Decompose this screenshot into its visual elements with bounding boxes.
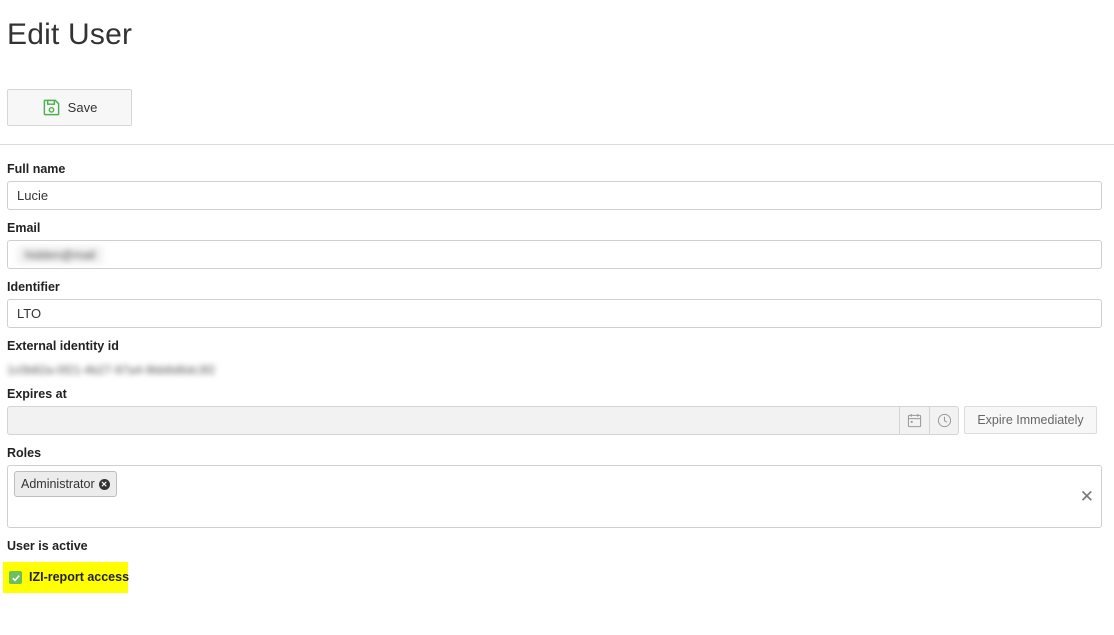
identifier-value: LTO	[17, 306, 42, 321]
full-name-label: Full name	[7, 162, 66, 176]
expires-at-input[interactable]	[7, 406, 959, 435]
clock-icon	[937, 413, 952, 428]
expire-immediately-button[interactable]: Expire Immediately	[964, 406, 1097, 434]
calendar-icon	[907, 413, 922, 428]
checkmark-icon	[11, 574, 20, 581]
external-identity-label: External identity id	[7, 339, 119, 353]
save-button-label: Save	[67, 100, 98, 115]
page-title: Edit User	[7, 18, 133, 51]
save-button[interactable]: Save	[7, 89, 132, 126]
role-chip-administrator: Administrator ✕	[14, 471, 117, 497]
izi-report-checkbox[interactable]	[9, 571, 22, 584]
email-label: Email	[7, 221, 41, 235]
full-name-value: Lucie	[17, 188, 49, 203]
izi-report-label[interactable]: IZI-report access	[29, 570, 129, 584]
expires-at-label: Expires at	[7, 387, 67, 401]
email-input[interactable]: hidden@mail	[7, 240, 1102, 269]
external-identity-value-wrap: 1c0b82a-0f21-4b27-97a4-9bb8d6dc3f2	[7, 361, 229, 379]
calendar-button[interactable]	[899, 407, 929, 434]
floppy-disk-icon	[43, 99, 60, 116]
header-divider	[0, 144, 1114, 145]
user-active-label: User is active	[7, 539, 88, 553]
role-chip-label: Administrator	[21, 477, 95, 491]
email-value: hidden@mail	[17, 245, 104, 264]
identifier-label: Identifier	[7, 280, 60, 294]
time-button[interactable]	[929, 407, 959, 434]
identifier-input[interactable]: LTO	[7, 299, 1102, 328]
remove-role-icon[interactable]: ✕	[98, 478, 110, 490]
full-name-input[interactable]: Lucie	[7, 181, 1102, 210]
roles-multiselect[interactable]: Administrator ✕ ✕	[7, 465, 1102, 528]
external-identity-value: 1c0b82a-0f21-4b27-97a4-9bb8d6dc3f2	[7, 363, 216, 377]
roles-label: Roles	[7, 446, 42, 460]
clear-x-icon[interactable]: ✕	[1080, 488, 1094, 505]
